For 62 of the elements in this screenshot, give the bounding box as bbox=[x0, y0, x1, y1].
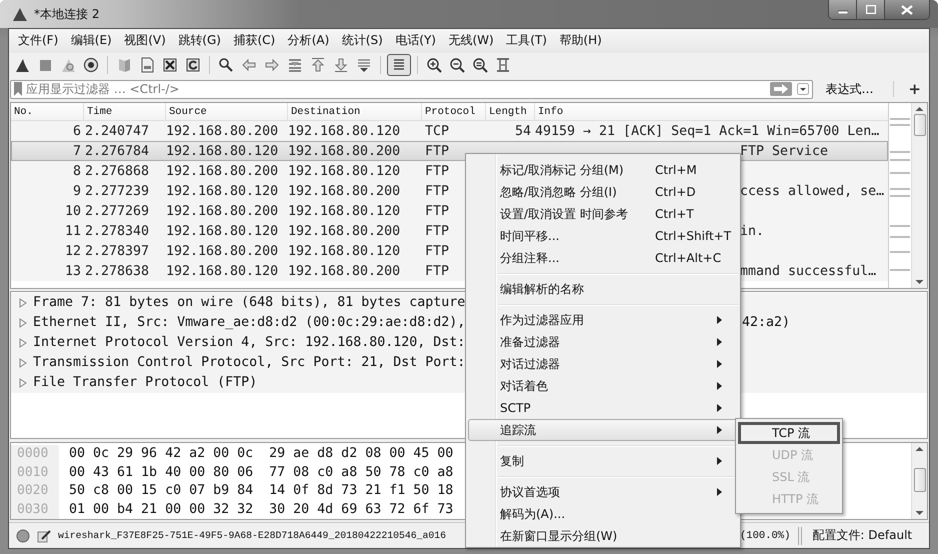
table-cell: 192.168.80.200 bbox=[288, 224, 400, 239]
table-cell: 2.277239 bbox=[85, 184, 150, 199]
hex-offset: 0030 bbox=[16, 500, 50, 519]
status-text: (100.0%) bbox=[740, 530, 790, 542]
table-cell: 2.277269 bbox=[85, 204, 150, 219]
table-cell: 192.168.80.200 bbox=[166, 244, 278, 259]
table-cell: 2.276784 bbox=[85, 144, 150, 159]
table-cell: 192.168.80.120 bbox=[288, 164, 400, 179]
table-cell: FTP bbox=[425, 224, 450, 239]
table-cell: FTP bbox=[425, 144, 450, 159]
hex-bytes: 01 00 b4 21 00 00 32 32 30 20 4d 69 63 72 6f 73 bbox=[69, 500, 454, 519]
table-cell: 8 bbox=[72, 164, 81, 179]
hex-bytes: 00 43 61 1b 40 00 80 06 77 08 c0 a8 50 78 c0 a8 bbox=[69, 464, 454, 482]
table-cell: ccess allowed, se… bbox=[740, 184, 884, 199]
table-cell: 192.168.80.200 bbox=[288, 144, 400, 159]
table-cell: 192.168.80.200 bbox=[166, 124, 278, 139]
table-cell: 2.278638 bbox=[85, 264, 150, 279]
table-cell: FTP bbox=[425, 164, 450, 179]
shortcut-label: Ctrl+D bbox=[655, 185, 696, 199]
table-cell: FTP bbox=[425, 244, 450, 259]
table-cell: 192.168.80.200 bbox=[288, 184, 400, 199]
table-cell: 192.168.80.120 bbox=[288, 244, 400, 259]
file-name: wireshark_F37E8F25-751E-49F5-9A68-E28D718A6449_20180422210546_a016 bbox=[58, 530, 446, 542]
table-cell: 6 bbox=[72, 124, 81, 139]
table-cell: 7 bbox=[72, 144, 81, 159]
table-cell: 54 bbox=[514, 124, 531, 139]
table-cell: 11 bbox=[64, 224, 81, 239]
table-cell: 192.168.80.120 bbox=[288, 204, 400, 219]
hex-bytes: 50 c8 00 15 c0 07 b9 84 14 0f 8d 73 21 f1 50 18 bbox=[69, 482, 454, 500]
table-cell: 2.276868 bbox=[85, 164, 150, 179]
table-cell: 192.168.80.120 bbox=[166, 144, 278, 159]
table-cell: 2.278397 bbox=[85, 244, 150, 259]
hex-offset: 0010 bbox=[16, 464, 50, 482]
hex-offset: 0020 bbox=[16, 482, 50, 500]
table-cell: 192.168.80.200 bbox=[166, 204, 278, 219]
table-cell: mmand successful… bbox=[740, 264, 876, 279]
shortcut-label: Ctrl+Shift+T bbox=[655, 229, 732, 243]
hex-bytes: 00 0c 29 96 42 a2 00 0c 29 ae d8 d2 08 00 45 00 bbox=[69, 445, 454, 464]
table-cell: 192.168.80.200 bbox=[166, 164, 278, 179]
window-title: *本地连接 2 bbox=[34, 6, 100, 22]
table-cell: 10 bbox=[64, 204, 81, 219]
shortcut-label: Ctrl+T bbox=[655, 207, 694, 221]
table-cell: 49159 → 21 [ACK] Seq=1 Ack=1 Win=65700 Len… bbox=[535, 124, 880, 139]
table-cell: FTP bbox=[425, 184, 450, 199]
profile-label: 配置文件: Default bbox=[812, 527, 912, 544]
shortcut-label: Ctrl+M bbox=[655, 163, 697, 177]
table-cell: TCP bbox=[425, 124, 450, 139]
table-cell: FTP bbox=[425, 204, 450, 219]
table-cell: 192.168.80.120 bbox=[288, 124, 400, 139]
table-cell: 192.168.80.120 bbox=[166, 224, 278, 239]
table-cell: 13 bbox=[64, 264, 81, 279]
table-cell: 2.278340 bbox=[85, 224, 150, 239]
table-cell: 192.168.80.120 bbox=[166, 184, 278, 199]
table-cell: FTP bbox=[425, 264, 450, 279]
table-cell: 2.240747 bbox=[85, 124, 150, 139]
hex-offset: 0000 bbox=[16, 445, 50, 464]
table-cell: 192.168.80.200 bbox=[288, 264, 400, 279]
table-cell: 9 bbox=[72, 184, 81, 199]
table-cell: 192.168.80.120 bbox=[166, 264, 278, 279]
table-cell: FTP Service bbox=[740, 144, 828, 159]
table-cell: in. bbox=[740, 224, 764, 239]
table-cell: 12 bbox=[64, 244, 81, 259]
